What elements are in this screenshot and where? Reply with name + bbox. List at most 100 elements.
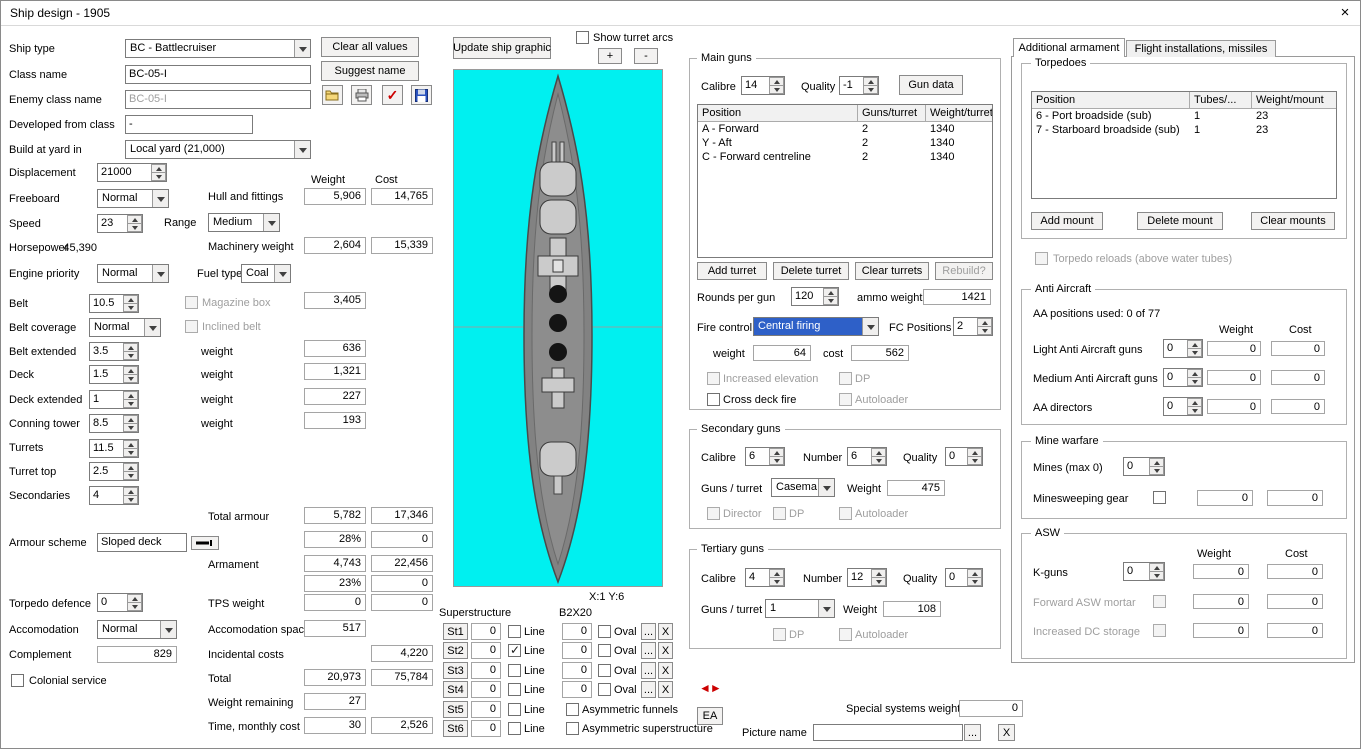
spinner-buttons[interactable]: [871, 448, 886, 465]
spin-down-icon[interactable]: [123, 303, 138, 312]
picture-clear-button[interactable]: X: [998, 724, 1015, 741]
st3-clear-button[interactable]: X: [658, 662, 673, 679]
fuel-type-dropdown[interactable]: Coal: [241, 264, 291, 283]
spinner-buttons[interactable]: [769, 448, 784, 465]
spinner-buttons[interactable]: [1187, 398, 1202, 415]
main-calibre-spinner[interactable]: 14: [741, 76, 785, 95]
mines-spinner[interactable]: 0: [1123, 457, 1165, 476]
zoom-in-button[interactable]: +: [598, 48, 622, 64]
zoom-out-button[interactable]: -: [634, 48, 658, 64]
freeboard-dropdown[interactable]: Normal: [97, 189, 169, 208]
ea-button[interactable]: EA: [697, 707, 723, 725]
chevron-down-icon[interactable]: [274, 265, 290, 282]
delete-mount-button[interactable]: Delete mount: [1137, 212, 1223, 230]
armour-scheme-picker-button[interactable]: [191, 536, 219, 550]
spinner-buttons[interactable]: [123, 440, 138, 457]
spin-down-icon[interactable]: [123, 495, 138, 504]
st1-line-checkbox[interactable]: [508, 625, 521, 638]
main-quality-spinner[interactable]: -1: [839, 76, 879, 95]
move-left-right-arrows-icon[interactable]: ◄►: [699, 682, 722, 695]
speed-spinner[interactable]: 23: [97, 214, 143, 233]
chevron-down-icon[interactable]: [294, 141, 310, 158]
spin-down-icon[interactable]: [769, 456, 784, 465]
st5-line-checkbox[interactable]: [508, 703, 521, 716]
main-guns-table-header[interactable]: Position Guns/turret Weight/turret: [698, 105, 992, 122]
st4-oval-checkbox[interactable]: [598, 683, 611, 696]
torpedoes-table[interactable]: Position Tubes/... Weight/mount 6 - Port…: [1031, 91, 1337, 199]
st4-line-checkbox[interactable]: [508, 683, 521, 696]
suggest-name-button[interactable]: Suggest name: [321, 61, 419, 81]
belt-spinner[interactable]: 10.5: [89, 294, 139, 313]
chevron-down-icon[interactable]: [152, 265, 168, 282]
spinner-buttons[interactable]: [863, 77, 878, 94]
delete-turret-button[interactable]: Delete turret: [773, 262, 849, 280]
add-turret-button[interactable]: Add turret: [697, 262, 767, 280]
torpedo-row[interactable]: 6 - Port broadside (sub) 1 23: [1032, 109, 1336, 123]
fc-positions-spinner[interactable]: 2: [953, 317, 993, 336]
gun-data-button[interactable]: Gun data: [899, 75, 963, 95]
turrets-spinner[interactable]: 11.5: [89, 439, 139, 458]
close-icon[interactable]: ×: [1335, 4, 1355, 22]
secondary-calibre-spinner[interactable]: 6: [745, 447, 785, 466]
torpedoes-table-header[interactable]: Position Tubes/... Weight/mount: [1032, 92, 1336, 109]
st2-button[interactable]: St2: [443, 642, 468, 659]
secondary-number-spinner[interactable]: 6: [847, 447, 887, 466]
st3-line-checkbox[interactable]: [508, 664, 521, 677]
st6-line-checkbox[interactable]: [508, 722, 521, 735]
tertiary-calibre-spinner[interactable]: 4: [745, 568, 785, 587]
spin-down-icon[interactable]: [823, 296, 838, 305]
spin-down-icon[interactable]: [127, 602, 142, 611]
st4-value-1[interactable]: 0: [471, 681, 501, 698]
tertiary-quality-spinner[interactable]: 0: [945, 568, 983, 587]
secondary-quality-spinner[interactable]: 0: [945, 447, 983, 466]
deck-spinner[interactable]: 1.5: [89, 365, 139, 384]
main-guns-row[interactable]: A - Forward 2 1340: [698, 122, 992, 136]
clear-turrets-button[interactable]: Clear turrets: [855, 262, 929, 280]
torpedo-defence-spinner[interactable]: 0: [97, 593, 143, 612]
st2-browse-button[interactable]: ...: [641, 642, 656, 659]
light-aa-spinner[interactable]: 0: [1163, 339, 1203, 358]
spinner-buttons[interactable]: [769, 77, 784, 94]
validate-button[interactable]: ✓: [382, 85, 403, 105]
deck-extended-spinner[interactable]: 1: [89, 390, 139, 409]
clear-mounts-button[interactable]: Clear mounts: [1251, 212, 1335, 230]
armour-scheme-input[interactable]: Sloped deck: [97, 533, 187, 552]
spinner-buttons[interactable]: [151, 164, 166, 181]
spinner-buttons[interactable]: [127, 594, 142, 611]
st4-value-2[interactable]: 0: [562, 681, 592, 698]
spin-down-icon[interactable]: [863, 85, 878, 94]
colonial-service-checkbox[interactable]: [11, 674, 24, 687]
chevron-down-icon[interactable]: [152, 190, 168, 207]
add-mount-button[interactable]: Add mount: [1031, 212, 1103, 230]
tertiary-guns-turret-dropdown[interactable]: 1: [765, 599, 835, 618]
st3-button[interactable]: St3: [443, 662, 468, 679]
spinner-buttons[interactable]: [123, 463, 138, 480]
spin-down-icon[interactable]: [769, 85, 784, 94]
spin-down-icon[interactable]: [977, 326, 992, 335]
enemy-class-input[interactable]: BC-05-I: [125, 90, 311, 109]
fire-control-dropdown[interactable]: Central firing: [753, 317, 879, 336]
st5-value-1[interactable]: 0: [471, 701, 501, 718]
tab-additional-armament[interactable]: Additional armament: [1013, 38, 1125, 57]
spin-down-icon[interactable]: [123, 423, 138, 432]
accomodation-dropdown[interactable]: Normal: [97, 620, 177, 639]
tab-flight-installations-missiles[interactable]: Flight installations, missiles: [1126, 40, 1276, 57]
chevron-down-icon[interactable]: [862, 318, 878, 335]
st1-button[interactable]: St1: [443, 623, 468, 640]
spin-down-icon[interactable]: [123, 471, 138, 480]
st1-clear-button[interactable]: X: [658, 623, 673, 640]
spinner-buttons[interactable]: [967, 448, 982, 465]
spinner-buttons[interactable]: [769, 569, 784, 586]
chevron-down-icon[interactable]: [160, 621, 176, 638]
update-ship-graphic-button[interactable]: Update ship graphic: [453, 37, 551, 59]
spinner-buttons[interactable]: [127, 215, 142, 232]
spin-down-icon[interactable]: [967, 577, 982, 586]
show-turret-arcs-checkbox[interactable]: [576, 31, 589, 44]
spin-down-icon[interactable]: [123, 399, 138, 408]
ship-type-dropdown[interactable]: BC - Battlecruiser: [125, 39, 311, 58]
st1-browse-button[interactable]: ...: [641, 623, 656, 640]
st2-oval-checkbox[interactable]: [598, 644, 611, 657]
chevron-down-icon[interactable]: [818, 600, 834, 617]
main-guns-row[interactable]: Y - Aft 2 1340: [698, 136, 992, 150]
spin-down-icon[interactable]: [871, 456, 886, 465]
